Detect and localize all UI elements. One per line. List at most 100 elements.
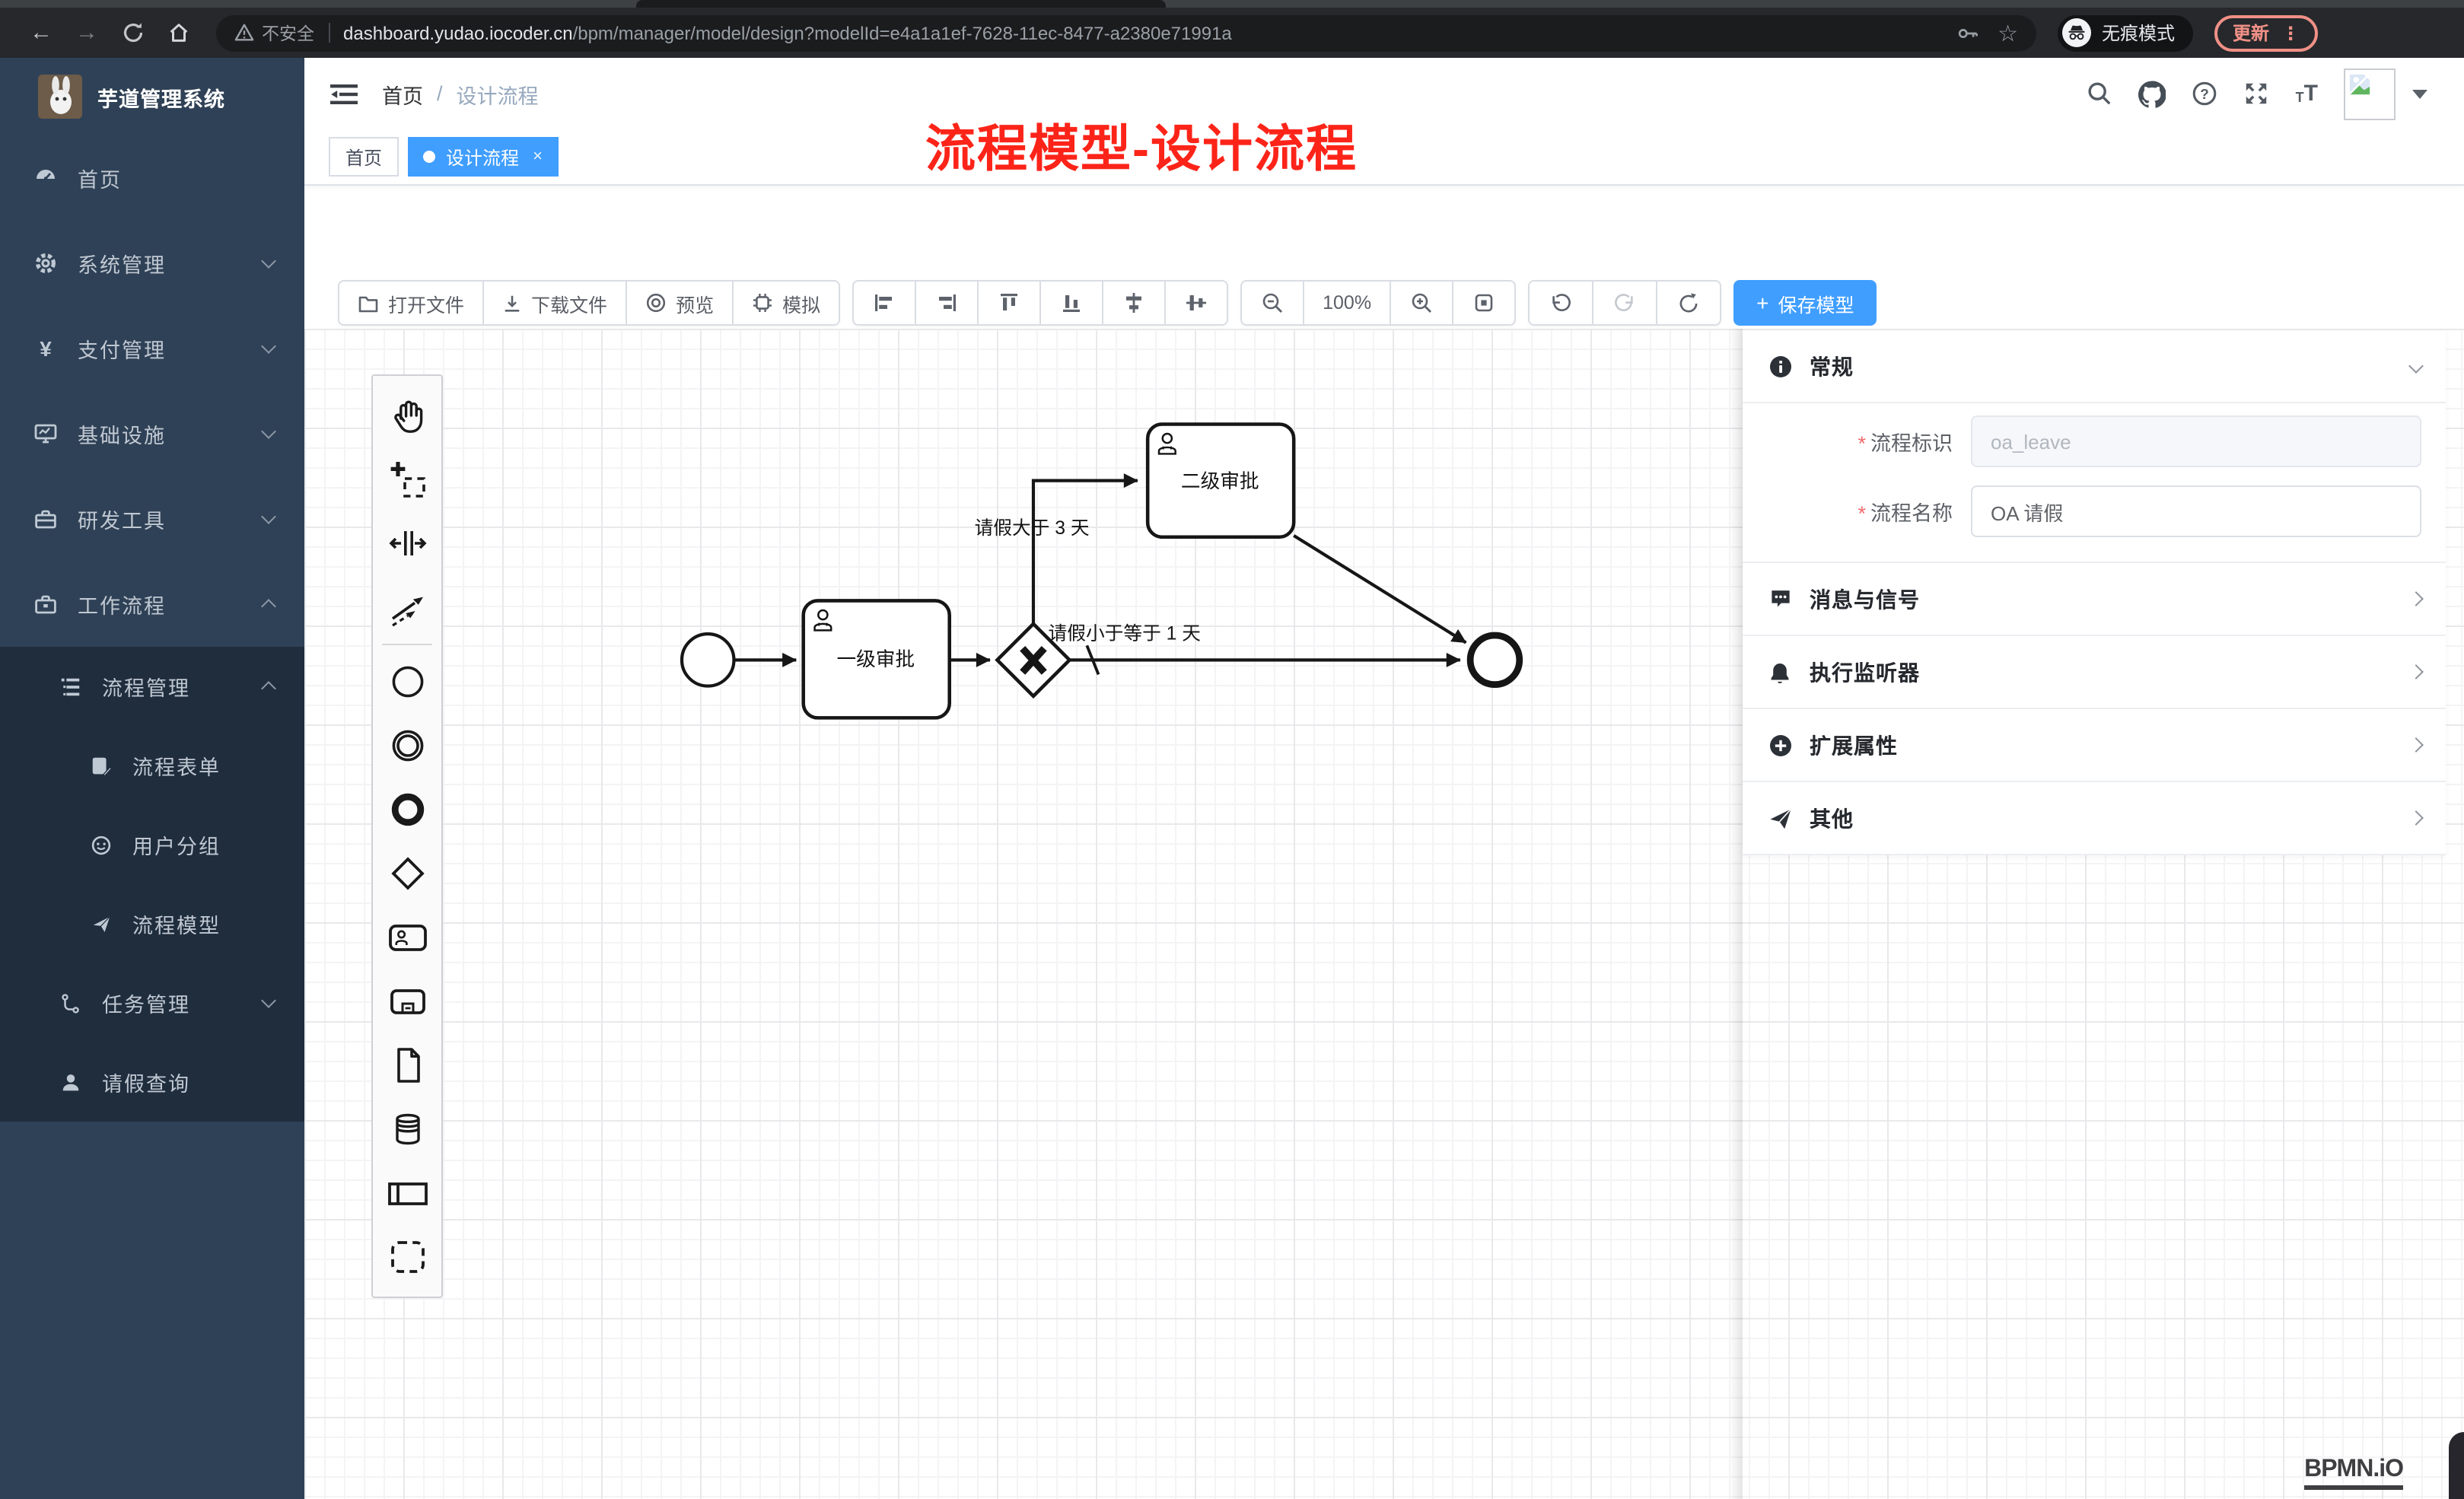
align-center-vertical-button[interactable] (1166, 280, 1228, 326)
download-file-button[interactable]: 下载文件 (484, 280, 627, 326)
hand-tool[interactable] (376, 384, 438, 447)
sidebar-item-devtools[interactable]: 研发工具 (0, 476, 304, 562)
designer-main: 打开文件 下载文件 预览 模拟 (304, 187, 2464, 1499)
zoom-out-button[interactable] (1240, 280, 1304, 326)
preview-button[interactable]: 预览 (627, 280, 734, 326)
start-event[interactable] (682, 634, 734, 686)
help-icon[interactable]: ? (2192, 81, 2218, 107)
task-second-approval[interactable]: 二级审批 (1148, 424, 1294, 536)
flow-task2-to-end[interactable] (1294, 536, 1466, 643)
bpmn-canvas[interactable]: 请假小于等于 1 天 请假大于 3 天 一级审批 (304, 329, 2464, 1499)
create-participant[interactable] (376, 1161, 438, 1225)
send-icon (1767, 806, 1793, 830)
align-top-button[interactable] (979, 280, 1041, 326)
font-size-icon[interactable]: TT (2296, 82, 2318, 105)
bookmark-star-icon[interactable]: ☆ (1998, 19, 2018, 46)
close-icon[interactable]: × (533, 148, 543, 166)
align-left-button[interactable] (852, 280, 916, 326)
browser-active-tab[interactable] (636, 0, 1166, 8)
bpmn-io-watermark[interactable]: BPMN.iO (2304, 1456, 2403, 1490)
sidebar-item-payment[interactable]: ¥ 支付管理 (0, 306, 304, 391)
end-event[interactable] (1470, 635, 1520, 685)
browser-update-button[interactable]: 更新 ⋮ (2214, 14, 2318, 51)
process-key-input[interactable] (1971, 415, 2421, 467)
sidebar-item-process-model[interactable]: 流程模型 (0, 884, 304, 963)
dashboard-icon (33, 166, 58, 190)
simulate-button[interactable]: 模拟 (734, 280, 840, 326)
app-title: 芋道管理系统 (97, 81, 225, 112)
tag-tab-design[interactable]: 设计流程 × (408, 137, 559, 177)
sidebar-item-system[interactable]: 系统管理 (0, 221, 304, 306)
align-right-button[interactable] (916, 280, 979, 326)
create-group[interactable] (376, 1225, 438, 1289)
tag-tab-home[interactable]: 首页 (329, 137, 399, 177)
url-bar[interactable]: 不安全 dashboard.yudao.iocoder.cn /bpm/mana… (216, 14, 2036, 51)
align-center-horizontal-button[interactable] (1103, 280, 1166, 326)
space-tool[interactable] (376, 511, 438, 575)
sidebar-item-task-mgmt[interactable]: 任务管理 (0, 963, 304, 1042)
sidebar-item-process-mgmt[interactable]: 流程管理 (0, 647, 304, 726)
undo-button[interactable] (1528, 280, 1593, 326)
section-label: 其他 (1810, 803, 1854, 833)
person-icon (58, 1070, 82, 1094)
create-user-task[interactable] (376, 905, 438, 969)
chevron-down-icon (261, 253, 276, 269)
sidebar-collapse-button[interactable] (330, 81, 358, 106)
lasso-tool[interactable] (376, 447, 438, 511)
github-icon[interactable] (2139, 80, 2166, 107)
panel-section-message[interactable]: 消息与信号 (1743, 563, 2446, 636)
search-icon[interactable] (2087, 81, 2113, 107)
zoom-level[interactable]: 100% (1304, 280, 1391, 326)
create-data-object[interactable] (376, 1033, 438, 1097)
panel-section-listener[interactable]: 执行监听器 (1743, 636, 2446, 709)
browser-back-button[interactable]: ← (21, 13, 61, 53)
flow-gateway-to-task2[interactable] (1033, 481, 1138, 624)
password-key-icon[interactable] (1955, 21, 1979, 45)
breadcrumb-home[interactable]: 首页 (382, 78, 423, 109)
field-process-key: *流程标识 (1743, 415, 2421, 467)
sidebar-item-user-group[interactable]: 用户分组 (0, 805, 304, 884)
section-label: 消息与信号 (1810, 584, 1920, 614)
avatar[interactable] (2344, 68, 2396, 119)
monitor-icon (33, 422, 58, 446)
sidebar-item-workflow[interactable]: 工作流程 (0, 562, 304, 647)
site-security[interactable]: 不安全 (234, 21, 314, 45)
fullscreen-icon[interactable] (2244, 81, 2270, 107)
update-label: 更新 (2233, 20, 2269, 46)
sidebar-item-leave-query[interactable]: 请假查询 (0, 1042, 304, 1122)
align-bottom-button[interactable] (1041, 280, 1103, 326)
save-model-button[interactable]: + 保存模型 (1733, 280, 1877, 326)
panel-section-extension[interactable]: 扩展属性 (1743, 709, 2446, 782)
sidebar-item-home[interactable]: 首页 (0, 135, 304, 221)
avatar-caret-icon[interactable] (2412, 89, 2427, 98)
browser-menu-icon[interactable]: ⋮ (2281, 22, 2300, 43)
create-intermediate-event[interactable] (376, 714, 438, 778)
browser-forward-button[interactable]: → (67, 13, 107, 53)
browser-reload-button[interactable] (113, 13, 152, 53)
task-first-approval[interactable]: 一级审批 (804, 600, 950, 718)
create-subprocess[interactable] (376, 969, 438, 1033)
zoom-in-button[interactable] (1391, 280, 1453, 326)
flow-label-le1[interactable]: 请假小于等于 1 天 (1049, 623, 1201, 644)
flow-label-gt3[interactable]: 请假大于 3 天 (975, 517, 1090, 539)
global-connect-tool[interactable] (376, 575, 438, 639)
create-start-event[interactable] (376, 650, 438, 714)
sidebar-item-process-form[interactable]: 流程表单 (0, 726, 304, 805)
create-end-event[interactable] (376, 778, 438, 842)
process-name-input[interactable] (1971, 485, 2421, 537)
browser-home-button[interactable] (158, 13, 198, 53)
section-label: 执行监听器 (1810, 657, 1920, 687)
open-file-button[interactable]: 打开文件 (338, 280, 484, 326)
app-logo-row[interactable]: 芋道管理系统 (0, 58, 304, 135)
chevron-up-icon (261, 599, 276, 614)
create-gateway[interactable] (376, 842, 438, 905)
sidebar-item-infra[interactable]: 基础设施 (0, 391, 304, 476)
panel-section-general[interactable]: 常规 (1743, 330, 2446, 403)
create-data-store[interactable] (376, 1097, 438, 1161)
panel-section-other[interactable]: 其他 (1743, 782, 2446, 855)
zoom-reset-button[interactable] (1453, 280, 1516, 326)
designer-toolbar: 打开文件 下载文件 预览 模拟 (338, 280, 1877, 326)
restart-button[interactable] (1657, 280, 1721, 326)
redo-button[interactable] (1593, 280, 1657, 326)
tab-label: 首页 (345, 144, 382, 170)
